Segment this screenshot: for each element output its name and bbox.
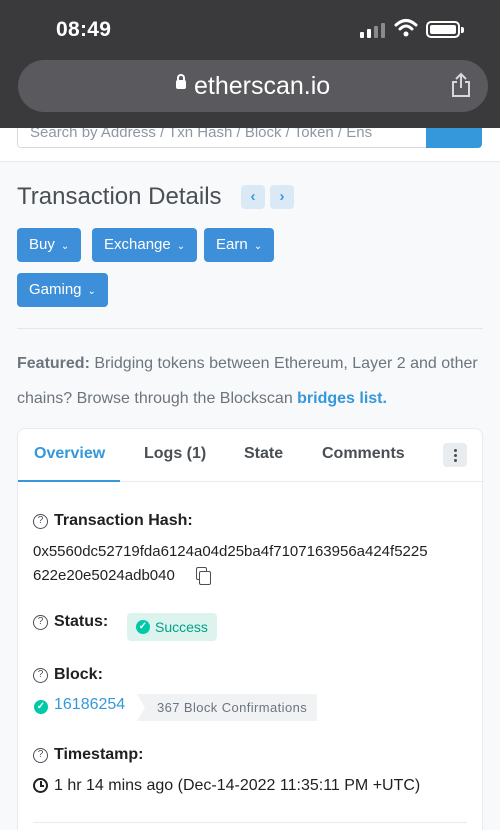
status-badge: ✓ Success [127, 613, 217, 641]
more-options-icon[interactable] [443, 443, 467, 467]
next-transaction-button[interactable]: › [270, 185, 294, 209]
block-label: Block: [54, 666, 103, 683]
divider [33, 822, 467, 823]
divider [17, 328, 483, 329]
chevron-down-icon: ⌄ [176, 241, 186, 252]
hash-label: Transaction Hash: [54, 512, 193, 529]
tab-state[interactable]: State [244, 445, 283, 463]
page-title: Transaction Details [17, 183, 222, 210]
block-number-link[interactable]: 16186254 [54, 696, 125, 714]
exchange-dropdown[interactable]: Exchange ⌄ [92, 228, 198, 262]
chevron-down-icon: ⌄ [60, 241, 70, 252]
copy-icon[interactable] [196, 567, 211, 585]
bridges-list-link[interactable]: bridges list. [297, 390, 387, 407]
share-icon[interactable] [450, 72, 472, 98]
active-tab-indicator [18, 480, 120, 482]
earn-dropdown[interactable]: Earn ⌄ [204, 228, 275, 262]
chevron-down-icon: ⌄ [253, 241, 263, 252]
help-icon[interactable]: ? [33, 615, 48, 630]
tab-comments[interactable]: Comments [322, 445, 405, 463]
status-label: Status: [54, 613, 109, 630]
prev-transaction-button[interactable]: ‹ [241, 185, 265, 209]
url-text: etherscan.io [194, 72, 331, 100]
help-icon[interactable]: ? [33, 668, 48, 683]
chevron-down-icon: ⌄ [87, 286, 96, 297]
timestamp-label: Timestamp: [54, 746, 144, 763]
status-time: 08:49 [56, 18, 112, 41]
tab-logs[interactable]: Logs (1) [144, 445, 206, 463]
check-circle-icon: ✓ [34, 700, 48, 714]
check-circle-icon: ✓ [136, 620, 150, 634]
wifi-icon [394, 19, 418, 37]
tab-overview[interactable]: Overview [34, 445, 105, 463]
hash-value-line1: 0x5560dc52719fda6124a04d25ba4f7107163956… [33, 543, 428, 560]
address-bar[interactable]: etherscan.io [18, 60, 488, 112]
buy-dropdown[interactable]: Buy ⌄ [17, 228, 82, 262]
gaming-dropdown[interactable]: Gaming ⌄ [17, 273, 108, 307]
help-icon[interactable]: ? [33, 748, 48, 763]
block-confirmations-badge: 367 Block Confirmations [137, 694, 318, 721]
timestamp-value: 1 hr 14 mins ago (Dec-14-2022 11:35:11 P… [54, 777, 421, 794]
cellular-signal-icon [360, 22, 385, 38]
help-icon[interactable]: ? [33, 514, 48, 529]
search-bar: Search by Address / Txn Hash / Block / T… [0, 118, 500, 162]
clock-icon [33, 778, 48, 793]
featured-notice: Featured: Bridging tokens between Ethere… [17, 355, 478, 407]
lock-icon [176, 74, 186, 89]
hash-value-line2: 622e20e5024adb040 [33, 567, 175, 584]
browser-chrome: 08:49 etherscan.io [0, 0, 500, 128]
battery-icon [426, 21, 464, 38]
